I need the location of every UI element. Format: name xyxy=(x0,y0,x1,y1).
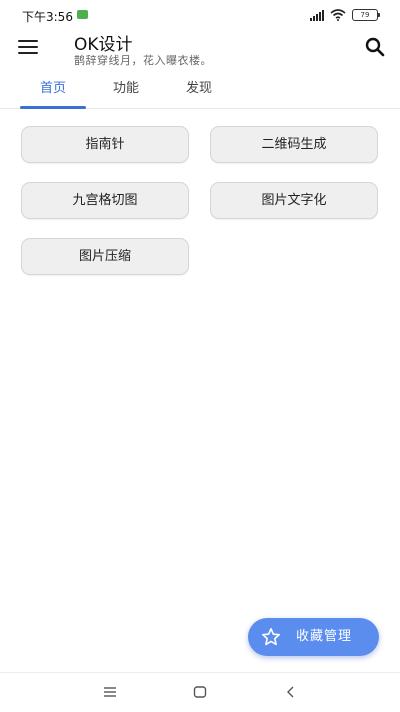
compass-button[interactable]: 指南针 xyxy=(21,126,189,163)
grid-crop-button[interactable]: 九宫格切图 xyxy=(21,182,189,219)
menu-lines-icon[interactable] xyxy=(100,683,120,701)
back-chevron-icon[interactable] xyxy=(281,683,301,701)
status-icons: 79 xyxy=(310,9,380,21)
app-subtitle: 鹊辞穿线月，花入曝衣楼。 xyxy=(74,54,212,67)
status-time: 下午3:56 xyxy=(22,10,73,24)
star-icon xyxy=(262,628,280,646)
tab-label: 首页 xyxy=(39,81,66,96)
tab-label: 功能 xyxy=(112,81,139,96)
tab-features[interactable]: 功能 xyxy=(94,72,158,108)
qrcode-generate-button[interactable]: 二维码生成 xyxy=(210,126,378,163)
image-to-text-button[interactable]: 图片文字化 xyxy=(210,182,378,219)
tab-bar: 首页 功能 发现 xyxy=(0,72,400,109)
battery-icon: 79 xyxy=(352,9,380,21)
notification-icon xyxy=(77,10,88,19)
fab-label: 收藏管理 xyxy=(296,629,353,644)
favorites-manage-button[interactable]: 收藏管理 xyxy=(248,618,379,656)
tab-home[interactable]: 首页 xyxy=(20,72,86,109)
system-nav-bar xyxy=(0,672,400,712)
app-bar: OK设计 鹊辞穿线月，花入曝衣楼。 xyxy=(0,28,400,70)
tab-label: 发现 xyxy=(185,81,212,96)
status-bar: 下午3:56 79 xyxy=(0,0,400,28)
search-icon[interactable] xyxy=(364,36,386,58)
wifi-icon xyxy=(330,9,346,21)
menu-icon[interactable] xyxy=(18,40,38,54)
tab-discover[interactable]: 发现 xyxy=(166,72,232,108)
tab-indicator xyxy=(20,106,86,109)
image-compress-button[interactable]: 图片压缩 xyxy=(21,238,189,275)
signal-icon xyxy=(310,9,324,21)
home-square-icon[interactable] xyxy=(190,683,210,701)
